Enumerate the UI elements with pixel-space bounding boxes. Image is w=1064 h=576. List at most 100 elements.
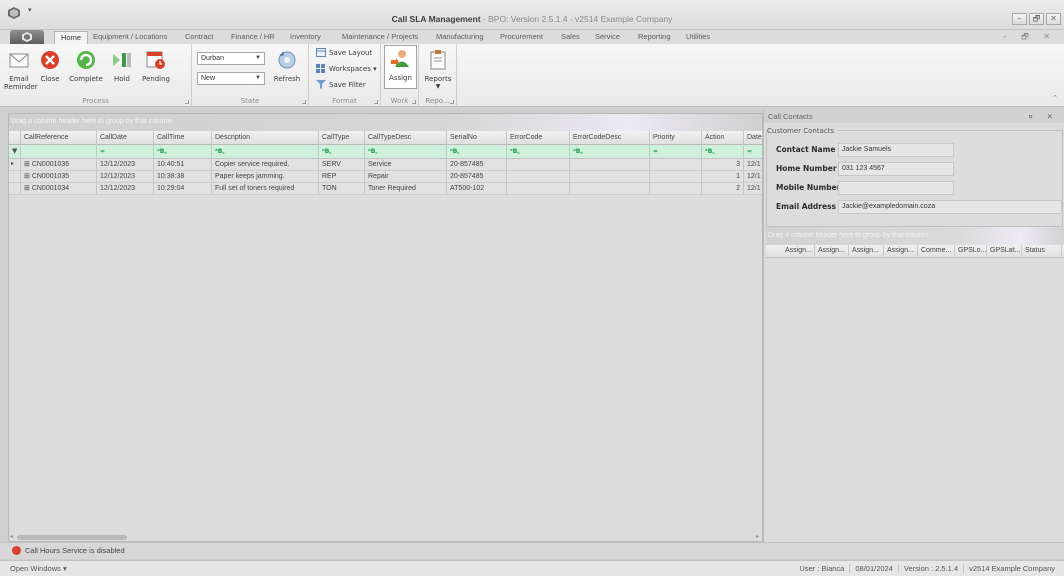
branch-dropdown[interactable]: Durban ▼ xyxy=(197,52,265,65)
col-date-cell[interactable]: 12/1 xyxy=(744,159,762,171)
close-window-button[interactable]: ✕ xyxy=(1046,13,1061,25)
mobile-number-field[interactable] xyxy=(838,181,954,195)
contacts-column-header[interactable]: Assign... xyxy=(782,245,815,258)
pending-button[interactable]: Pending xyxy=(138,47,174,83)
col-calltype-header[interactable]: CallType xyxy=(319,131,365,145)
col-callreference-cell[interactable]: ⊞ CN0001035 xyxy=(21,171,97,183)
refresh-button[interactable]: Refresh xyxy=(270,47,304,83)
work-group-launcher-icon[interactable] xyxy=(412,100,416,104)
col-calldate-cell[interactable]: 12/12/2023 xyxy=(97,171,154,183)
mdi-window-controls[interactable]: – 🗗 ✕ xyxy=(1003,31,1056,45)
col-callreference-header[interactable]: CallReference xyxy=(21,131,97,145)
col-priority-cell[interactable] xyxy=(650,171,702,183)
tab-procurement[interactable]: Procurement xyxy=(494,31,549,44)
col-calltype-cell[interactable]: REP xyxy=(319,171,365,183)
col-calltypedesc-cell[interactable]: Service xyxy=(365,159,447,171)
col-calltypedesc-header[interactable]: CallTypeDesc xyxy=(365,131,447,145)
contacts-column-header[interactable]: Assign... xyxy=(815,245,849,258)
email-reminder-button[interactable]: Email Reminder xyxy=(4,47,38,91)
col-callreference-cell[interactable]: ⊞ CN0001034 xyxy=(21,183,97,195)
horizontal-scrollbar[interactable]: ◂ ▸ xyxy=(9,533,762,541)
assign-button[interactable]: Assign xyxy=(384,45,417,89)
table-row[interactable]: ⊞ CN0001034 12/12/2023 10:29:04 Full set of… xyxy=(9,183,762,195)
col-calltype-filter-cell[interactable]: ᵃB꜀ xyxy=(319,145,365,158)
col-calldate-header[interactable]: CallDate xyxy=(97,131,154,145)
col-errorcode-cell[interactable] xyxy=(507,171,570,183)
col-calltype-cell[interactable]: TON xyxy=(319,183,365,195)
col-description-cell[interactable]: Paper keeps jamming. xyxy=(212,171,319,183)
col-priority-cell[interactable] xyxy=(650,159,702,171)
expand-row-icon[interactable]: ⊞ xyxy=(24,185,32,192)
tab-maintenance-projects[interactable]: Maintenance / Projects xyxy=(336,31,424,44)
col-calltime-cell[interactable]: 10:40:51 xyxy=(154,159,212,171)
contacts-column-header[interactable]: Assign... xyxy=(884,245,918,258)
col-date-header[interactable]: Date xyxy=(744,131,762,145)
state-group-launcher-icon[interactable] xyxy=(302,100,306,104)
col-action-cell[interactable]: 3 xyxy=(702,159,744,171)
maximize-button[interactable]: 🗗 xyxy=(1029,13,1044,25)
col-description-filter-cell[interactable]: ᵃB꜀ xyxy=(212,145,319,158)
scroll-left-icon[interactable]: ◂ xyxy=(10,533,13,540)
col-errorcode-header[interactable]: ErrorCode xyxy=(507,131,570,145)
home-number-field[interactable]: 031 123 4567 xyxy=(838,162,954,176)
quick-access-dropdown-icon[interactable]: ▾ xyxy=(28,6,32,14)
col-errorcode-cell[interactable] xyxy=(507,183,570,195)
col-calltime-cell[interactable]: 10:38:38 xyxy=(154,171,212,183)
col-action-filter-cell[interactable]: ᵃB꜀ xyxy=(702,145,744,158)
expand-row-icon[interactable]: ⊞ xyxy=(24,161,32,168)
table-row[interactable]: ▸ ⊞ CN0001036 12/12/2023 10:40:51 Copier ser… xyxy=(9,159,762,171)
tab-home[interactable]: Home xyxy=(54,31,89,44)
email-address-field[interactable]: Jackie@exampledomain.coza xyxy=(838,200,1062,214)
col-calltime-header[interactable]: CallTime xyxy=(154,131,212,145)
col-calltime-filter-cell[interactable]: ᵃB꜀ xyxy=(154,145,212,158)
contacts-column-header[interactable]: Assign... xyxy=(849,245,884,258)
col-serialno-cell[interactable]: 20-857485 xyxy=(447,171,507,183)
horizontal-scrollbar-thumb[interactable] xyxy=(17,535,127,540)
application-menu-button[interactable] xyxy=(10,30,44,44)
col-action-cell[interactable]: 1 xyxy=(702,171,744,183)
col-calldate-cell[interactable]: 12/12/2023 xyxy=(97,159,154,171)
minimize-button[interactable]: – xyxy=(1012,13,1027,25)
col-serialno-filter-cell[interactable]: ᵃB꜀ xyxy=(447,145,507,158)
reports-button[interactable]: Reports ▼ xyxy=(423,47,453,91)
col-errorcodedesc-cell[interactable] xyxy=(570,183,650,195)
tab-manufacturing[interactable]: Manufacturing xyxy=(430,31,490,44)
contacts-column-header[interactable]: Comme... xyxy=(918,245,955,258)
col-description-cell[interactable]: Copier service required. xyxy=(212,159,319,171)
col-calldate-cell[interactable]: 12/12/2023 xyxy=(97,183,154,195)
col-callreference-cell[interactable]: ⊞ CN0001036 xyxy=(21,159,97,171)
save-filter-button[interactable]: Save Filter xyxy=(316,80,366,89)
process-group-launcher-icon[interactable] xyxy=(185,100,189,104)
tab-utilities[interactable]: Utilities xyxy=(680,31,716,44)
col-errorcode-cell[interactable] xyxy=(507,159,570,171)
collapse-ribbon-icon[interactable]: ⌃ xyxy=(1052,94,1058,102)
complete-button[interactable]: Complete xyxy=(67,47,105,83)
grid-group-panel[interactable]: Drag a column header here to group by th… xyxy=(9,114,762,131)
reports-group-launcher-icon[interactable] xyxy=(450,100,454,104)
scroll-right-icon[interactable]: ▸ xyxy=(756,533,759,540)
col-callreference-filter-cell[interactable] xyxy=(21,145,97,158)
col-errorcode-filter-cell[interactable]: ᵃB꜀ xyxy=(507,145,570,158)
col-calltype-cell[interactable]: SERV xyxy=(319,159,365,171)
col-calltypedesc-cell[interactable]: Repair xyxy=(365,171,447,183)
col-calltypedesc-cell[interactable]: Toner Required xyxy=(365,183,447,195)
col-description-header[interactable]: Description xyxy=(212,131,319,145)
hold-button[interactable]: Hold xyxy=(108,47,136,83)
col-errorcodedesc-cell[interactable] xyxy=(570,171,650,183)
col-errorcodedesc-cell[interactable] xyxy=(570,159,650,171)
tab-sales[interactable]: Sales xyxy=(555,31,586,44)
col-calldate-filter-cell[interactable]: = xyxy=(97,145,154,158)
tab-reporting[interactable]: Reporting xyxy=(632,31,677,44)
col-serialno-cell[interactable]: AT500-102 xyxy=(447,183,507,195)
open-windows-menu[interactable]: Open Windows ▾ xyxy=(10,561,67,576)
col-calltime-cell[interactable]: 10:29:04 xyxy=(154,183,212,195)
contacts-column-header[interactable]: Status xyxy=(1022,245,1062,258)
col-priority-cell[interactable] xyxy=(650,183,702,195)
tab-finance-hr[interactable]: Finance / HR xyxy=(225,31,281,44)
contacts-grid-group-panel[interactable]: Drag a column header here to group by th… xyxy=(766,227,1064,245)
tab-equipment-locations[interactable]: Equipment / Locations xyxy=(87,31,173,44)
expand-row-icon[interactable]: ⊞ xyxy=(24,173,32,180)
tab-service[interactable]: Service xyxy=(589,31,626,44)
col-calltypedesc-filter-cell[interactable]: ᵃB꜀ xyxy=(365,145,447,158)
col-serialno-cell[interactable]: 20-857485 xyxy=(447,159,507,171)
